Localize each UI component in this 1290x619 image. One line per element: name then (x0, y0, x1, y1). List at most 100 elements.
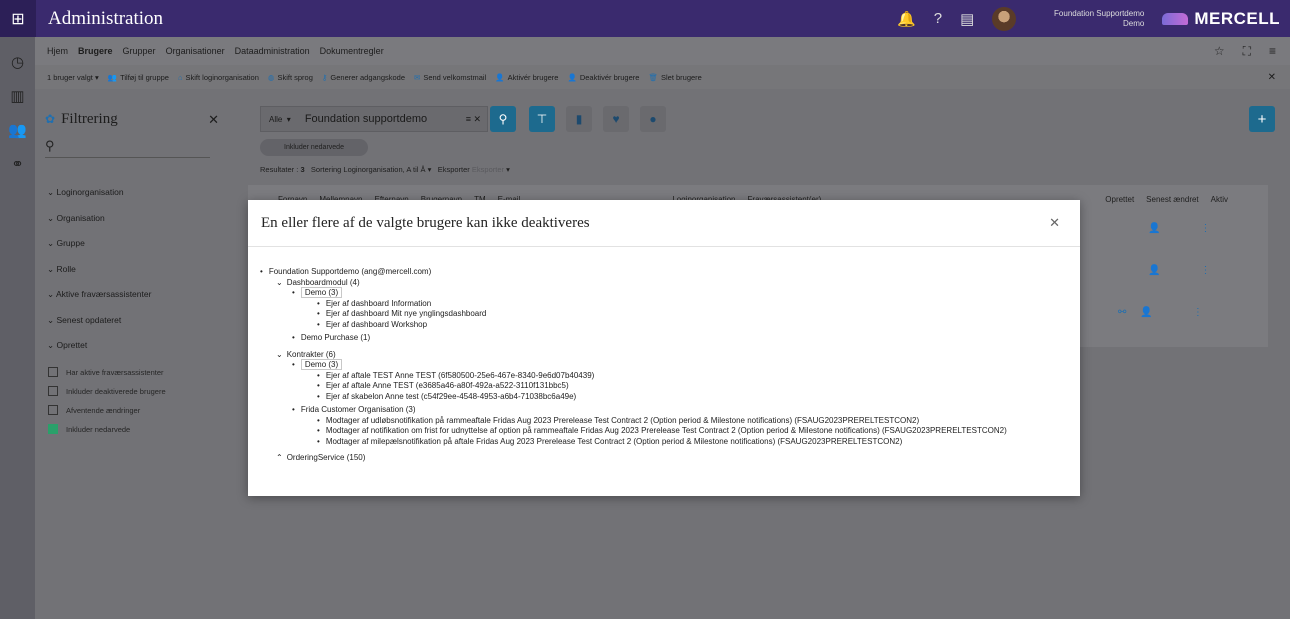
modal-title: En eller flere af de valgte brugere kan … (261, 214, 590, 231)
checkbox-checked[interactable] (48, 424, 58, 434)
user-search-bar[interactable]: Alle ▾ Foundation supportdemo ≡ ✕ (260, 106, 488, 132)
list-item: Ejer af aftale TEST Anne TEST (6f580500-… (260, 371, 1080, 382)
list-item: Frida Customer Organisation (3) (260, 405, 1080, 416)
filter-section-organisation[interactable]: ⌄ Organisation (35, 206, 235, 232)
bell-icon[interactable]: 🔔 (897, 10, 916, 28)
modal-body: Foundation Supportdemo (ang@mercell.com)… (248, 247, 1080, 464)
app-title: Administration (48, 7, 164, 29)
row-menu-icon[interactable]: ⋮ (1200, 265, 1210, 276)
analytics-icon[interactable]: ▥ (0, 87, 35, 105)
deactivate-users-button[interactable]: 👤 Deaktivér brugere (567, 73, 639, 82)
tab-organisations[interactable]: Organisationer (166, 46, 225, 56)
check-absence[interactable]: Har aktive fraværsassistenter (35, 363, 235, 382)
action-bar: 1 bruger valgt ▾ 👥 Tilføj til gruppe ⌂ Ski… (35, 65, 1290, 89)
list-item: Ejer af dashboard Mit nye ynglingsdashbo… (260, 309, 1080, 320)
filter-button[interactable]: ⊤ (529, 106, 555, 132)
filter-section-absence[interactable]: ⌄ Aktive fraværsassistenter (35, 282, 235, 308)
filter-header: ✿ Filtrering ✕ (35, 89, 235, 128)
tab-users[interactable]: Brugere (78, 46, 113, 56)
avatar[interactable] (992, 6, 1017, 31)
saved-search-button[interactable]: ▮ (566, 106, 592, 132)
user-status-button[interactable]: ● (640, 106, 666, 132)
selected-count[interactable]: 1 bruger valgt ▾ (47, 73, 99, 82)
check-deactivated[interactable]: Inkluder deaktiverede brugere (35, 382, 235, 401)
row-menu-icon[interactable]: ⋮ (1193, 307, 1203, 318)
search-input[interactable]: Foundation supportdemo (305, 113, 427, 125)
filter-section-role[interactable]: ⌄ Rolle (35, 257, 235, 283)
row-menu-icon[interactable]: ⋮ (1200, 223, 1210, 234)
handshake-icon[interactable]: ⚭ (0, 155, 35, 173)
user-name: Foundation Supportdemo (1054, 8, 1145, 18)
list-item: Ejer af skabelon Anne test (c54f29ee-454… (260, 392, 1080, 403)
chat-icon[interactable]: ▤ (960, 10, 974, 28)
clear-icon[interactable]: ≡ ✕ (466, 114, 481, 125)
change-login-org-button[interactable]: ⌂ Skift loginorganisation (178, 73, 259, 82)
table-row[interactable]: ⚯ 👤 ⋮ (1118, 307, 1268, 337)
top-right-area: 🔔 ? ▤ Foundation Supportdemo Demo MERCEL… (897, 0, 1290, 37)
tab-data-admin[interactable]: Dataadministration (235, 46, 310, 56)
sort-select[interactable]: Loginorganisation, A til Å (343, 165, 425, 174)
deactivate-error-modal: En eller flere af de valgte brugere kan … (248, 200, 1080, 496)
list-item: Demo Purchase (1) (260, 333, 1080, 344)
app-grid-icon[interactable]: ⊞ (0, 0, 36, 37)
fullscreen-icon[interactable]: ⛶ (1243, 44, 1251, 59)
dashboard-group[interactable]: ⌄ Dashboardmodul (4) (260, 278, 1080, 289)
results-row: Resultater : 3 Sortering Loginorganisati… (260, 165, 510, 174)
globe-icon: ◍ (267, 72, 275, 82)
tab-home[interactable]: Hjem (47, 46, 68, 56)
trash-icon: 🗑 (648, 72, 658, 82)
list-item: Ejer af dashboard Workshop (260, 320, 1080, 331)
brand-logo: MERCELL (1162, 9, 1280, 29)
modal-user: Foundation Supportdemo (ang@mercell.com) (260, 267, 1080, 278)
check-pending[interactable]: Afventende ændringer (35, 401, 235, 420)
list-item: Modtager af udløbsnotifikation på rammea… (260, 416, 1080, 427)
search-icon: ⚲ (45, 138, 55, 153)
filter-section-updated[interactable]: ⌄ Senest opdateret (35, 308, 235, 334)
filter-section-group[interactable]: ⌄ Gruppe (35, 231, 235, 257)
generate-password-button[interactable]: ⚷ Generer adgangskode (322, 73, 405, 82)
star-icon[interactable]: ☆ (1214, 44, 1225, 59)
user-off-icon: 👤 (567, 72, 577, 82)
dashboard-icon[interactable]: ◷ (0, 53, 35, 71)
chevron-down-icon: ⌄ (276, 349, 283, 359)
filter-search-input[interactable]: ⚲ (45, 138, 210, 158)
help-icon[interactable]: ? (934, 10, 942, 27)
table-row[interactable]: 👤 ⋮ (1148, 223, 1268, 253)
table-row[interactable]: 👤 ⋮ (1148, 265, 1268, 295)
add-group-icon: 👥 (107, 72, 118, 82)
add-user-button[interactable]: + (1249, 106, 1275, 132)
list-item: Ejer af dashboard Information (260, 299, 1080, 310)
search-button[interactable]: ⚲ (490, 106, 516, 132)
tab-groups[interactable]: Grupper (123, 46, 156, 56)
modal-header: En eller flere af de valgte brugere kan … (248, 200, 1080, 247)
change-language-button[interactable]: ◍ Skift sprog (268, 73, 313, 82)
checkbox[interactable] (48, 386, 58, 396)
filter-section-login-org[interactable]: ⌄ Loginorganisation (35, 180, 235, 206)
close-modal-icon[interactable]: ✕ (1049, 215, 1060, 231)
user-info[interactable]: Foundation Supportdemo Demo (1034, 9, 1144, 29)
export-select[interactable]: Eksporter (472, 165, 504, 174)
check-inherited[interactable]: Inkluder nedarvede (35, 420, 235, 439)
brand-name: MERCELL (1194, 8, 1280, 28)
send-welcome-mail-button[interactable]: ✉ Send velkomstmail (414, 73, 486, 82)
checkbox[interactable] (48, 367, 58, 377)
key-icon: ⚷ (321, 72, 328, 82)
filter-section-created[interactable]: ⌄ Oprettet (35, 333, 235, 359)
add-to-group-button[interactable]: 👥 Tilføj til gruppe (108, 73, 169, 82)
contracts-group[interactable]: ⌄ Kontrakter (6) (260, 350, 1080, 361)
scope-select[interactable]: Alle ▾ (261, 115, 299, 124)
close-action-bar-icon[interactable]: ✕ (1268, 72, 1276, 83)
inherited-chip[interactable]: Inkluder nedarvede (260, 139, 368, 156)
activate-users-button[interactable]: 👤 Aktivér brugere (495, 73, 558, 82)
menu-icon[interactable]: ≡ (1269, 44, 1276, 59)
user-check-icon: 👤 (495, 72, 505, 82)
close-filter-icon[interactable]: ✕ (208, 112, 219, 128)
favorite-button[interactable]: ♥ (603, 106, 629, 132)
tab-document-rules[interactable]: Dokumentregler (320, 46, 384, 56)
users-icon[interactable]: 👥 (0, 121, 35, 139)
filter-checkboxes: Har aktive fraværsassistenter Inkluder d… (35, 363, 235, 439)
link-icon[interactable]: ⚯ (1118, 307, 1126, 318)
delete-users-button[interactable]: 🗑 Slet brugere (648, 73, 701, 82)
ordering-group[interactable]: ⌃ OrderingService (150) (260, 453, 1080, 464)
checkbox[interactable] (48, 405, 58, 415)
